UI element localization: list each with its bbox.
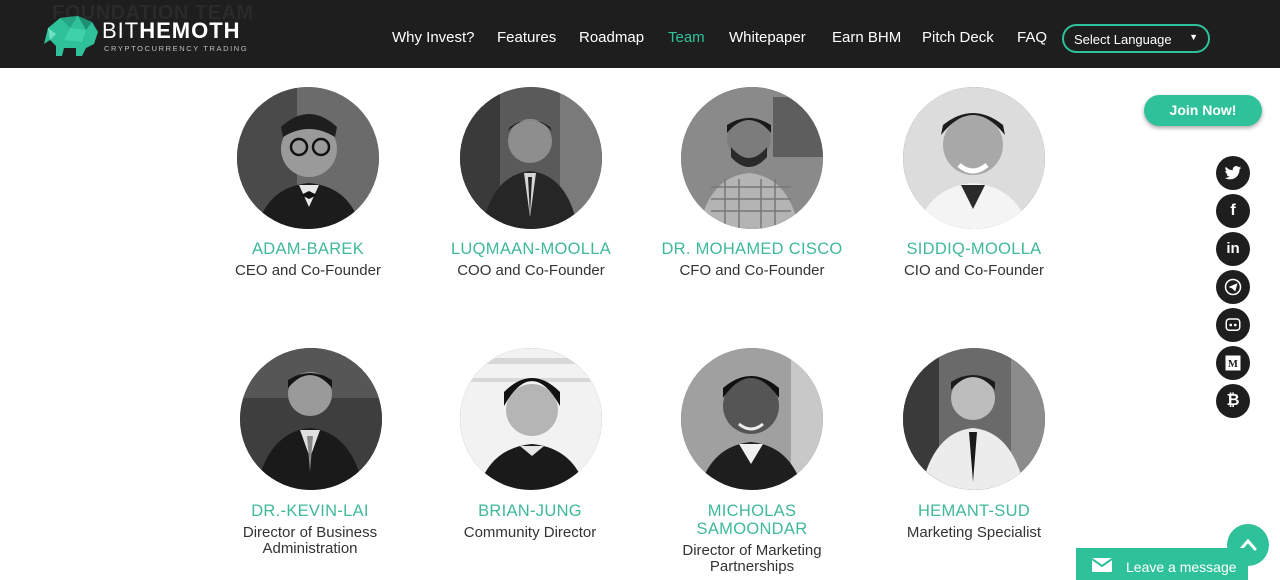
elephant-logo-icon [44,16,98,56]
logo-word-hemoth: HEMOTH [139,18,241,43]
member-role: CFO and Co-Founder [679,262,825,279]
medium-icon[interactable]: M [1216,346,1250,380]
logo-tagline: CRYPTOCURRENCY TRADING [104,44,249,53]
nav-whitepaper[interactable]: Whitepaper [729,29,806,46]
avatar [460,87,602,229]
member-role: CIO and Co-Founder [903,262,1045,279]
mail-icon [1092,558,1112,572]
medium-glyph: M [1228,359,1238,370]
member-name: ADAM-BAREK [251,240,365,258]
member-name-line2: SAMOONDAR [696,520,808,538]
logo-wordmark: BITHEMOTH [102,18,241,44]
avatar [460,348,602,490]
avatar [681,87,823,229]
chevron-down-icon: ▼ [1189,32,1198,42]
top-navigation-bar: FOUNDATION TEAM BITHEMOTH CRYPTOCURRENCY… [0,0,1280,68]
leave-message-button[interactable]: Leave a message [1076,548,1248,580]
telegram-icon[interactable] [1216,270,1250,304]
member-name: LUQMAAN-MOOLLA [450,240,612,258]
avatar [681,348,823,490]
leave-message-label: Leave a message [1126,559,1237,575]
avatar [237,87,379,229]
member-role: CEO and Co-Founder [235,262,381,279]
member-role-line1: Director of Business [242,524,378,541]
member-role: Marketing Specialist [906,524,1042,541]
avatar [903,87,1045,229]
member-name-line1: MICHOLAS [707,502,797,520]
member-name: SIDDIQ-MOOLLA [906,240,1042,258]
member-role-line2: Partnerships [709,558,795,575]
language-select-value: Select Language [1074,32,1172,47]
nav-faq[interactable]: FAQ [1017,29,1047,46]
nav-pitch-deck[interactable]: Pitch Deck [922,29,994,46]
avatar [903,348,1045,490]
discord-icon[interactable] [1216,308,1250,342]
avatar [240,348,382,490]
nav-roadmap[interactable]: Roadmap [579,29,644,46]
nav-earn-bhm[interactable]: Earn BHM [832,29,901,46]
nav-features[interactable]: Features [497,29,556,46]
bitcoin-icon[interactable]: ₿ [1216,384,1250,418]
member-name: DR.-KEVIN-LAI [251,502,369,520]
member-role: COO and Co-Founder [457,262,605,279]
member-role-line2: Administration [262,540,358,557]
logo-word-bit: BIT [102,18,140,43]
twitter-icon[interactable] [1216,156,1250,190]
bithemoth-logo[interactable]: BITHEMOTH CRYPTOCURRENCY TRADING [42,14,272,60]
nav-team[interactable]: Team [668,29,705,46]
member-role: Community Director [463,524,597,541]
facebook-icon[interactable]: f [1216,194,1250,228]
nav-why-invest[interactable]: Why Invest? [392,29,475,46]
member-name: HEMANT-SUD [917,502,1031,520]
member-role-line1: Director of Marketing [682,542,822,559]
linkedin-icon[interactable]: in [1216,232,1250,266]
member-name: DR. MOHAMED CISCO [661,240,843,258]
member-name: BRIAN-JUNG [478,502,582,520]
language-select[interactable]: Select Language ▼ [1062,24,1210,53]
join-now-button[interactable]: Join Now! [1144,95,1262,126]
